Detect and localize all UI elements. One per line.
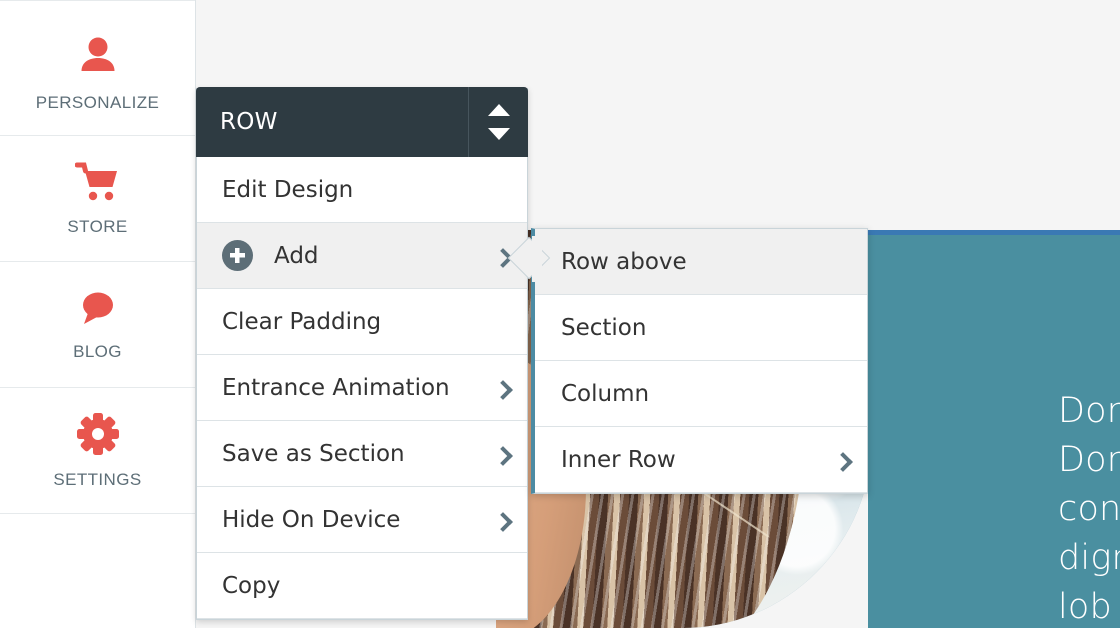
teal-text-line: cons	[1058, 489, 1120, 529]
menu-item-clear-padding[interactable]: Clear Padding	[197, 289, 527, 355]
speech-bubble-icon	[75, 288, 121, 328]
sidebar-item-personalize[interactable]: PERSONALIZE	[0, 0, 195, 136]
menu-item-add[interactable]: Add	[197, 223, 527, 289]
sidebar-item-store[interactable]: STORE	[0, 136, 195, 262]
menu-item-hide-on-device[interactable]: Hide On Device	[197, 487, 527, 553]
submenu-item-column[interactable]: Column	[535, 361, 867, 427]
submenu-item-label: Section	[561, 314, 647, 341]
teal-text-line: lob	[1058, 587, 1112, 627]
submenu-item-inner-row[interactable]: Inner Row	[535, 427, 867, 493]
context-menu-move-arrows	[468, 87, 528, 157]
sidebar-item-label: SETTINGS	[53, 469, 142, 489]
chevron-right-icon	[495, 513, 509, 527]
app-root: Don Don cons dign lob PERSONALIZE	[0, 0, 1120, 628]
submenu-item-row-above[interactable]: Row above	[535, 229, 867, 295]
submenu-item-section[interactable]: Section	[535, 295, 867, 361]
gear-icon	[76, 412, 120, 456]
user-icon	[75, 33, 121, 79]
menu-item-label: Save as Section	[222, 440, 405, 467]
menu-item-label: Hide On Device	[222, 506, 401, 533]
triangle-down-icon[interactable]	[487, 128, 510, 140]
submenu-item-label: Inner Row	[561, 446, 676, 473]
menu-item-label: Add	[274, 242, 319, 269]
menu-item-label: Entrance Animation	[222, 374, 450, 401]
teal-section-paragraph: Don Don cons dign lob	[1058, 387, 1120, 628]
menu-item-label: Clear Padding	[222, 308, 382, 335]
context-menu-title: ROW	[220, 109, 278, 135]
menu-item-label: Edit Design	[222, 176, 354, 203]
chevron-right-icon	[835, 453, 849, 467]
teal-text-line: Don	[1058, 440, 1120, 480]
row-context-menu: ROW Edit Design Add Clear Padding Entran…	[196, 87, 528, 620]
sidebar-item-label: PERSONALIZE	[35, 93, 160, 112]
submenu-item-label: Row above	[561, 248, 687, 275]
submenu-item-label: Column	[561, 380, 650, 407]
sidebar-item-label: BLOG	[73, 341, 122, 361]
menu-item-edit-design[interactable]: Edit Design	[197, 157, 527, 223]
teal-text-line: dign	[1058, 538, 1120, 578]
context-menu-header: ROW	[196, 87, 528, 157]
sidebar-item-blog[interactable]: BLOG	[0, 262, 195, 388]
submenu-pointer-mask	[532, 236, 542, 282]
menu-item-copy[interactable]: Copy	[197, 553, 527, 619]
teal-text-section: Don Don cons dign lob	[868, 230, 1120, 628]
sidebar-item-label: STORE	[67, 216, 128, 236]
shopping-cart-icon	[74, 161, 121, 203]
plus-circle-icon	[222, 240, 253, 271]
sidebar-item-settings[interactable]: SETTINGS	[0, 388, 195, 514]
teal-text-line: Don	[1058, 391, 1120, 431]
add-submenu: Row above Section Column Inner Row	[531, 228, 868, 494]
left-sidebar: PERSONALIZE STORE BLOG SETTINGS	[0, 0, 196, 628]
triangle-up-icon[interactable]	[487, 104, 510, 116]
chevron-right-icon	[495, 447, 509, 461]
chevron-right-icon	[495, 381, 509, 395]
menu-item-save-as-section[interactable]: Save as Section	[197, 421, 527, 487]
menu-item-label: Copy	[222, 572, 281, 599]
menu-item-entrance-animation[interactable]: Entrance Animation	[197, 355, 527, 421]
chevron-right-icon	[495, 249, 509, 263]
